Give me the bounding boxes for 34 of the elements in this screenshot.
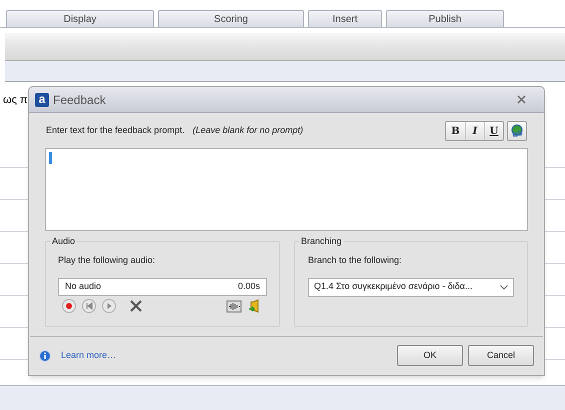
ribbon-tab[interactable]: Insert: [308, 10, 382, 27]
rewind-icon[interactable]: [82, 299, 96, 313]
prompt-hint: (Leave blank for no prompt): [192, 124, 304, 138]
branch-dropdown[interactable]: Q1.4 Στο συγκεκριμένο σενάριο - διδα...: [308, 278, 514, 296]
text-cursor: [49, 152, 52, 164]
chevron-down-icon: [500, 284, 508, 290]
learn-more-link[interactable]: Learn more…: [61, 348, 116, 362]
question-text: ως π: [3, 94, 28, 106]
branching-label: Branch to the following:: [308, 254, 403, 267]
play-icon[interactable]: [102, 299, 116, 313]
dialog-button[interactable]: Cancel: [468, 345, 534, 366]
audio-duration: 0.00s: [238, 280, 260, 293]
hyperlink-button[interactable]: [507, 121, 527, 141]
audio-field[interactable]: No audio 0.00s: [58, 278, 267, 296]
close-icon[interactable]: [517, 95, 526, 104]
dialog-button[interactable]: OK: [397, 345, 463, 366]
format-button[interactable]: U: [484, 122, 503, 140]
waveform-editor-icon[interactable]: [226, 299, 242, 313]
audio-file: No audio: [65, 280, 102, 293]
audio-label: Play the following audio:: [58, 254, 156, 267]
ribbon-tab[interactable]: Scoring: [158, 10, 304, 27]
group-title: Audio: [50, 235, 78, 247]
dialog-title: Feedback: [53, 92, 106, 108]
record-icon[interactable]: [62, 299, 76, 313]
globe-link-icon: [510, 124, 524, 138]
format-button[interactable]: B: [446, 122, 465, 140]
format-button[interactable]: I: [465, 122, 484, 140]
app-logo: a: [35, 92, 49, 106]
delete-icon[interactable]: [130, 300, 142, 312]
prompt-label: Enter text for the feedback prompt.: [46, 124, 185, 138]
ribbon-tab[interactable]: Publish: [386, 10, 504, 27]
ribbon-tab[interactable]: Display: [6, 10, 154, 27]
group-title: Branching: [299, 235, 344, 247]
info-icon: [39, 350, 51, 362]
